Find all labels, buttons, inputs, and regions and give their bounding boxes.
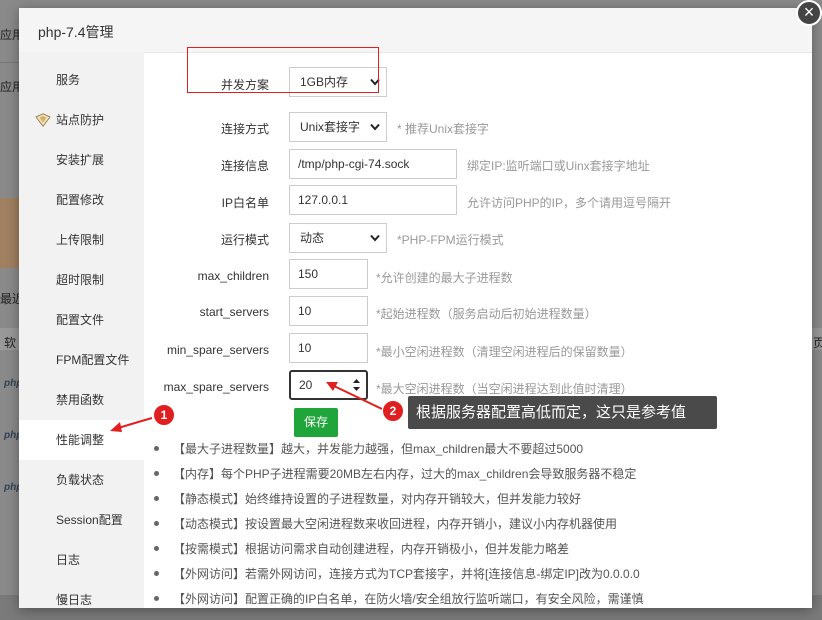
max-spare-servers-value: 20 [299, 378, 313, 392]
ip-whitelist-label: IP白名单 [221, 196, 269, 210]
ip-whitelist-input[interactable]: 127.0.0.1 [289, 185, 457, 215]
sidebar-item-timeout-limit[interactable]: 超时限制 [19, 260, 144, 300]
start-servers-input[interactable]: 10 [289, 296, 368, 326]
close-icon: × [803, 2, 815, 22]
tip-text: 【静态模式】始终维持设置的子进程数量，对内存开销较大，但并发能力较好 [173, 492, 582, 506]
sidebar-item-label: 超时限制 [56, 273, 105, 287]
sidebar-item-label: 配置修改 [56, 193, 105, 207]
sidebar-item-label: 慢日志 [56, 593, 93, 607]
annotation-badge-1: 1 [153, 404, 175, 426]
start-servers-hint: *起始进程数（服务启动后初始进程数量） [376, 307, 597, 321]
ip-whitelist-hint: 允许访问PHP的IP，多个请用逗号隔开 [467, 196, 672, 210]
list-item: 【外网访问】配置正确的IP白名单，在防火墙/安全组放行监听端口，有安全风险，需谨… [154, 590, 644, 607]
background-strip [0, 62, 19, 63]
sidebar-item-label: 安装扩展 [56, 153, 105, 167]
sidebar-item-label: 配置文件 [56, 313, 105, 327]
list-item: 【动态模式】按设置最大空闲进程数来收回进程，内存开销小，建议小内存机器使用 [154, 515, 617, 532]
tip-text: 【动态模式】按设置最大空闲进程数来收回进程，内存开销小，建议小内存机器使用 [173, 517, 618, 531]
list-item: 【按需模式】根据访问需求自动创建进程，内存开销极小，但并发能力略差 [154, 540, 569, 557]
min-spare-servers-hint: *最小空闲进程数（清理空闲进程后的保留数量） [376, 345, 633, 359]
max-children-input[interactable]: 150 [289, 259, 368, 289]
connection-info-value: /tmp/php-cgi-74.sock [298, 157, 410, 171]
tip-text: 【内存】每个PHP子进程需要20MB左右内存，过大的max_children会导… [173, 467, 637, 481]
sidebar-item-disabled-functions[interactable]: 禁用函数 [19, 380, 144, 420]
min-spare-servers-value: 10 [298, 341, 312, 355]
run-mode-value: 动态 [300, 231, 325, 245]
sidebar-item-fpm-config-file[interactable]: FPM配置文件 [19, 340, 144, 380]
sidebar-item-load-status[interactable]: 负载状态 [19, 460, 144, 500]
sidebar-item-performance-tuning[interactable]: 性能调整 [19, 420, 144, 460]
sidebar-item-session-config[interactable]: Session配置 [19, 500, 144, 540]
sidebar-item-label: Session配置 [56, 513, 123, 527]
sidebar-item-label: 性能调整 [56, 433, 105, 447]
max-spare-servers-hint: *最大空闲进程数（当空闲进程达到此值时清理） [376, 382, 633, 396]
sidebar-item-label: 负载状态 [56, 473, 105, 487]
max-spare-servers-input[interactable]: 20 [289, 370, 368, 400]
tip-text: 【外网访问】若需外网访问，连接方式为TCP套接字，并将[连接信息-绑定IP]改为… [173, 567, 640, 581]
list-item: 【静态模式】始终维持设置的子进程数量，对内存开销较大，但并发能力较好 [154, 490, 581, 507]
dialog-sidebar: 服务 站点防护 安装扩展 配置修改 上传限制 超时限制 配置文件 FPM配置文件… [19, 52, 144, 608]
sidebar-item-label: 上传限制 [56, 233, 105, 247]
background-strip [0, 198, 19, 268]
start-servers-value: 10 [298, 304, 312, 318]
background-label: 软 [4, 336, 17, 350]
connection-info-input[interactable]: /tmp/php-cgi-74.sock [289, 149, 457, 179]
sidebar-item-config-file[interactable]: 配置文件 [19, 300, 144, 340]
connection-type-hint: * 推荐Unix套接字 [397, 122, 490, 136]
tip-text: 【按需模式】根据访问需求自动创建进程，内存开销极小，但并发能力略差 [173, 542, 570, 556]
number-spinner-icon[interactable] [352, 376, 361, 394]
connection-info-hint: 绑定IP:监听端口或Uinx套接字地址 [467, 159, 650, 173]
sidebar-item-label: 禁用函数 [56, 393, 105, 407]
run-mode-label: 运行模式 [220, 233, 269, 247]
list-item: 【外网访问】若需外网访问，连接方式为TCP套接字，并将[连接信息-绑定IP]改为… [154, 565, 640, 582]
sidebar-item-slow-log[interactable]: 慢日志 [19, 580, 144, 620]
connection-type-select[interactable]: Unix套接字 [289, 112, 387, 142]
close-button[interactable]: × [796, 0, 822, 26]
save-button[interactable]: 保存 [294, 408, 338, 437]
run-mode-select[interactable]: 动态 [289, 223, 387, 253]
connection-info-label: 连接信息 [220, 159, 269, 173]
sidebar-item-site-protection[interactable]: 站点防护 [19, 100, 144, 140]
max-spare-servers-label: max_spare_servers [163, 380, 269, 394]
sidebar-item-service[interactable]: 服务 [19, 60, 144, 100]
sidebar-item-label: 服务 [56, 73, 81, 87]
start-servers-label: start_servers [199, 305, 269, 319]
run-mode-hint: *PHP-FPM运行模式 [397, 233, 504, 247]
connection-type-label: 连接方式 [220, 122, 269, 136]
highlight-box [187, 47, 379, 93]
sidebar-item-label: FPM配置文件 [56, 353, 130, 367]
annotation-tooltip: 根据服务器配置高低而定，这只是参考值 [408, 396, 717, 429]
sidebar-item-log[interactable]: 日志 [19, 540, 144, 580]
dialog-header: php-7.4管理 [19, 8, 812, 53]
chevron-down-icon [370, 123, 380, 131]
annotation-badge-2: 2 [382, 400, 404, 422]
sidebar-item-config-modify[interactable]: 配置修改 [19, 180, 144, 220]
max-children-value: 150 [298, 267, 319, 281]
list-item: 【内存】每个PHP子进程需要20MB左右内存，过大的max_children会导… [154, 465, 636, 482]
tip-text: 【外网访问】配置正确的IP白名单，在防火墙/安全组放行监听端口，有安全风险，需谨… [173, 592, 644, 606]
min-spare-servers-label: min_spare_servers [166, 343, 269, 357]
dialog-title: php-7.4管理 [38, 24, 114, 40]
tip-text: 【最大子进程数量】越大，并发能力越强，但max_children最大不要超过50… [173, 442, 584, 456]
max-children-hint: *允许创建的最大子进程数 [376, 271, 513, 285]
max-children-label: max_children [197, 269, 269, 283]
sidebar-item-label: 站点防护 [56, 113, 105, 127]
sidebar-item-upload-limit[interactable]: 上传限制 [19, 220, 144, 260]
list-item: 【最大子进程数量】越大，并发能力越强，但max_children最大不要超过50… [154, 440, 583, 457]
sidebar-item-install-extensions[interactable]: 安装扩展 [19, 140, 144, 180]
php-manager-dialog: php-7.4管理 服务 站点防护 安装扩展 配置修改 上传限制 超时限制 配置… [19, 8, 812, 608]
connection-type-value: Unix套接字 [300, 120, 361, 134]
sidebar-item-label: 日志 [56, 553, 81, 567]
min-spare-servers-input[interactable]: 10 [289, 333, 368, 363]
ip-whitelist-value: 127.0.0.1 [298, 193, 349, 207]
chevron-down-icon [370, 234, 380, 242]
shield-icon [35, 113, 51, 127]
background-label: 页 [813, 336, 822, 350]
